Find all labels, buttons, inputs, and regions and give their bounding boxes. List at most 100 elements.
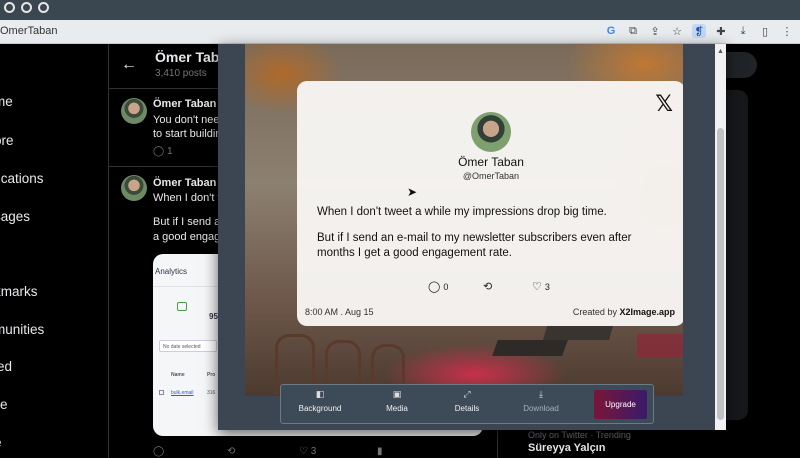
editor-toolbar: ◧ Background ▣ Media ⤢ Details ⤓ Download Up…: [280, 384, 654, 424]
tweet-text-line: You don't need: [153, 114, 226, 126]
card-credit: Created by X2Image.app: [573, 307, 675, 317]
download-icon: ⤓: [539, 389, 543, 399]
tweet-card-preview: 𝕏 Ömer Taban @OmerTaban When I don't twe…: [297, 81, 683, 326]
window-title-bar: [0, 0, 800, 20]
nav-item-bookmarks[interactable]: kmarks: [0, 284, 38, 299]
column-header-pro: Pro: [207, 372, 216, 378]
views-icon[interactable]: ▮: [377, 446, 383, 457]
share-icon[interactable]: ⇪: [648, 24, 662, 38]
like-count: 3: [310, 446, 317, 457]
close-window-icon[interactable]: [4, 2, 15, 13]
row-checkbox[interactable]: [159, 390, 164, 395]
tweet-text-line: to start buildin: [153, 128, 222, 140]
tweet-text-line: a good engage: [153, 231, 227, 243]
nav-item-home[interactable]: me: [0, 94, 13, 109]
card-reply-count: 0: [443, 281, 449, 292]
card-text-line: months I get a good engagement rate.: [317, 247, 512, 259]
nav-item-communities[interactable]: munities: [0, 322, 44, 337]
tweet-author[interactable]: Ömer Taban: [153, 98, 216, 110]
date-filter-label: No date selected: [163, 344, 201, 350]
column-header-name: Name: [171, 372, 185, 378]
mouse-cursor-icon: ➤: [407, 185, 418, 199]
download-icon[interactable]: ⤓: [736, 24, 750, 38]
download-label: Download: [523, 404, 559, 413]
analytics-stat-icon: [177, 302, 187, 311]
nav-item-messages[interactable]: sages: [0, 209, 30, 224]
profile-header-name: Ömer Tab: [155, 49, 220, 65]
sidebar-icon[interactable]: ▯: [758, 24, 772, 38]
tweet-text-line: When I don't t: [153, 192, 221, 204]
card-reply-stat: ◯ 0: [428, 280, 448, 293]
tweet-author[interactable]: Ömer Taban: [153, 177, 216, 189]
nav-item-more[interactable]: e: [0, 435, 2, 450]
minimize-window-icon[interactable]: [21, 2, 32, 13]
details-button[interactable]: ⤢ Details: [445, 389, 489, 413]
x-logo-icon: 𝕏: [655, 91, 673, 116]
window-controls[interactable]: [4, 2, 49, 13]
x2image-popup: 𝕏 Ömer Taban @OmerTaban When I don't twe…: [218, 44, 726, 430]
twitter-sidebar-nav: me ore fications sages kmarks munities i…: [0, 44, 108, 458]
reply-icon[interactable]: ◯: [153, 446, 164, 457]
avatar[interactable]: [121, 175, 147, 201]
bookmark-star-icon[interactable]: ☆: [670, 24, 684, 38]
media-button[interactable]: ▣ Media: [377, 389, 417, 413]
nav-item-profile[interactable]: ile: [0, 397, 8, 412]
credit-app: X2Image.app: [619, 307, 675, 317]
back-arrow-icon[interactable]: ←: [121, 56, 137, 74]
card-author-handle: @OmerTaban: [462, 171, 520, 181]
umbrella-decor: [492, 340, 568, 356]
avatar: [471, 112, 511, 152]
url-text[interactable]: OmerTaban: [0, 25, 57, 37]
reply-button[interactable]: ◯ 1: [153, 146, 173, 157]
background-icon: ◧: [315, 389, 325, 399]
card-text-line: But if I send an e-mail to my newsletter…: [317, 232, 632, 244]
details-label: Details: [454, 404, 480, 413]
x2image-extension-icon[interactable]: ❡: [692, 24, 706, 38]
expand-icon: ⤢: [463, 389, 471, 399]
nav-item-notifications[interactable]: fications: [0, 171, 44, 186]
heart-icon: ♡: [532, 281, 542, 293]
trend-meta: Only on Twitter · Trending: [528, 430, 631, 440]
card-like-stat: ♡ 3: [532, 280, 550, 293]
extension-toolbar: G ⧉ ⇪ ☆ ❡ ✚ ⤓ ▯ ⋮: [604, 24, 794, 38]
upgrade-button[interactable]: Upgrade: [594, 390, 647, 419]
background-label: Background: [298, 404, 342, 413]
scroll-thumb[interactable]: [717, 128, 724, 420]
install-app-icon[interactable]: ⧉: [626, 24, 640, 38]
card-like-count: 3: [544, 281, 550, 292]
analytics-title: Analytics: [155, 267, 188, 276]
credit-prefix: Created by: [572, 307, 617, 317]
card-timestamp: 8:00 AM . Aug 15: [305, 307, 374, 317]
address-bar[interactable]: OmerTaban G ⧉ ⇪ ☆ ❡ ✚ ⤓ ▯ ⋮: [0, 20, 800, 44]
media-label: Media: [386, 404, 408, 413]
row-name-link[interactable]: bulk.email: [171, 390, 194, 396]
profile-post-count: 3,410 posts: [155, 68, 207, 79]
nav-item-verified[interactable]: ied: [0, 359, 12, 374]
card-text-line: When I don't tweet a while my impression…: [317, 206, 607, 218]
extensions-puzzle-icon[interactable]: ✚: [714, 24, 728, 38]
tweet-text-line: But if I send an: [153, 216, 227, 228]
retweet-icon: ⟲: [483, 281, 493, 293]
reply-icon: ◯: [428, 281, 441, 293]
umbrella-decor: [542, 326, 614, 340]
google-icon[interactable]: G: [604, 24, 618, 38]
row-value: 316: [207, 390, 216, 396]
maximize-window-icon[interactable]: [38, 2, 49, 13]
image-icon: ▣: [392, 389, 402, 399]
card-retweet-stat: ⟲: [483, 280, 495, 293]
popup-scrollbar[interactable]: ▲: [715, 44, 726, 430]
like-button[interactable]: ♡ 3: [299, 446, 316, 457]
avatar[interactable]: [121, 98, 147, 124]
download-button[interactable]: ⤓ Download: [517, 389, 565, 413]
nav-item-explore[interactable]: ore: [0, 133, 14, 148]
retweet-icon[interactable]: ⟲: [227, 446, 235, 457]
card-author-name: Ömer Taban: [458, 155, 524, 169]
umbrella-decor: [637, 334, 683, 358]
reply-count: 1: [166, 146, 173, 157]
trend-title[interactable]: Süreyya Yalçın: [528, 442, 605, 454]
background-button[interactable]: ◧ Background: [295, 389, 345, 413]
scroll-up-arrow-icon[interactable]: ▲: [717, 48, 724, 55]
menu-kebab-icon[interactable]: ⋮: [780, 24, 794, 38]
background-photo: 𝕏 Ömer Taban @OmerTaban When I don't twe…: [245, 44, 683, 396]
analytics-stat-value: 95: [209, 312, 218, 321]
